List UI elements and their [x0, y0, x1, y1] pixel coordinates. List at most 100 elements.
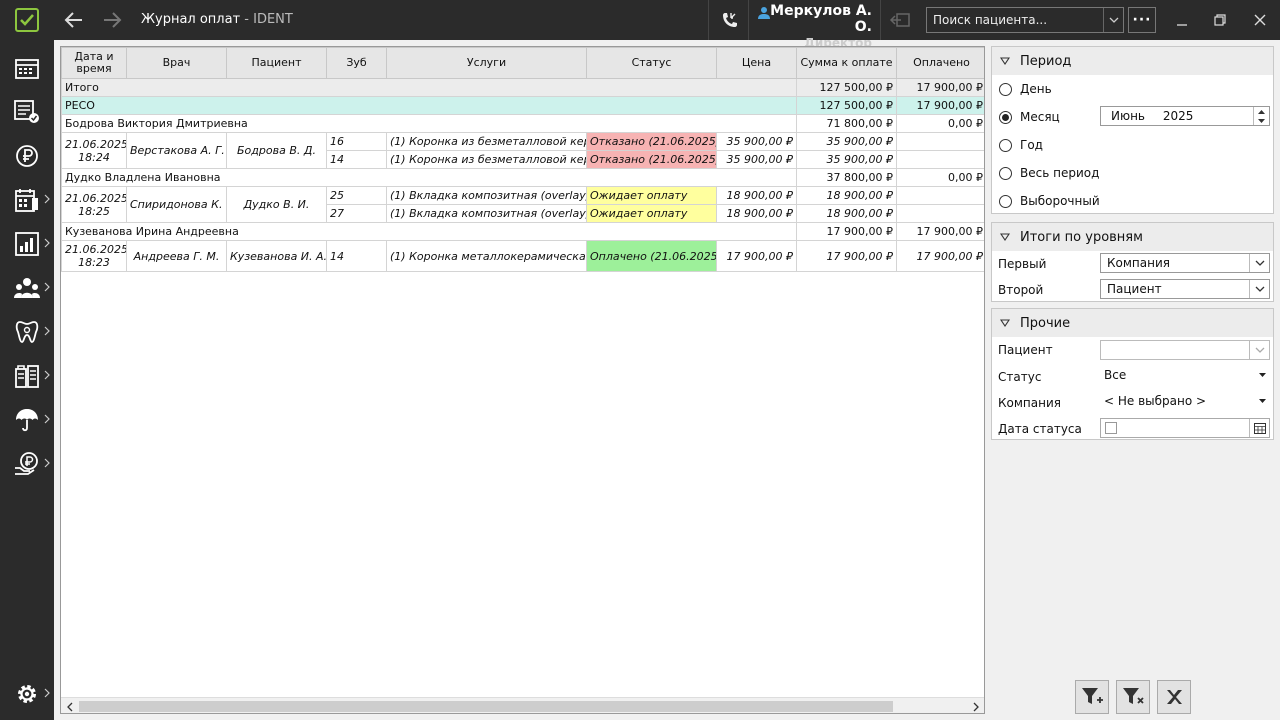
company-filter-label: Компания	[998, 396, 1061, 410]
radio-button[interactable]	[999, 166, 1012, 180]
forward-button[interactable]	[100, 8, 124, 32]
radio-button-selected[interactable]	[999, 110, 1012, 124]
history-back-button[interactable]	[884, 8, 916, 32]
spin-up-icon[interactable]	[1254, 107, 1269, 116]
table-row[interactable]: 21.06.202518:25 Спиридонова К. И. Дудко …	[61, 186, 984, 223]
patient-group-row[interactable]: Дудко Владлена Ивановна 37 800,00 ₽ 0,00…	[61, 168, 984, 187]
column-header[interactable]: Зуб	[326, 47, 387, 79]
patient-filter-select[interactable]	[1100, 340, 1270, 360]
inventory-icon	[15, 365, 39, 388]
clear-filter-button[interactable]	[1116, 680, 1150, 714]
sidebar-item-staff[interactable]	[0, 268, 54, 308]
status-cell: Ожидает оплату	[586, 186, 717, 205]
status-date-checkbox[interactable]	[1105, 422, 1117, 434]
search-dropdown[interactable]	[1103, 8, 1123, 32]
chevron-right-icon	[44, 688, 50, 698]
sidebar-item-settings[interactable]	[0, 674, 54, 714]
service-cell: (1) Коронка из безметалловой керамики	[386, 150, 587, 169]
scrollbar-thumb[interactable]	[79, 701, 893, 712]
phone-button[interactable]	[712, 0, 748, 40]
chevron-right-icon	[44, 326, 50, 336]
period-option-month[interactable]: Месяц	[999, 107, 1060, 127]
sidebar-item-payments[interactable]	[0, 136, 54, 176]
sidebar-item-journal[interactable]	[0, 92, 54, 132]
column-header[interactable]: Услуги	[386, 47, 587, 79]
sidebar-item-analytics[interactable]	[0, 224, 54, 264]
column-header[interactable]: Цена	[716, 47, 797, 79]
chevron-right-icon	[44, 282, 50, 292]
current-user[interactable]: Меркулов А. О. Директор	[756, 3, 872, 50]
scroll-right-button[interactable]	[969, 700, 983, 713]
table-header: Дата и время Врач Пациент Зуб Услуги Ста…	[61, 47, 984, 79]
payments-table: Дата и время Врач Пациент Зуб Услуги Ста…	[61, 47, 984, 272]
back-button[interactable]	[62, 8, 86, 32]
sidebar-item-reports[interactable]	[0, 180, 54, 220]
dropdown-button[interactable]	[1249, 280, 1269, 298]
chevron-right-icon	[44, 370, 50, 380]
period-header[interactable]: Период	[992, 47, 1273, 75]
patient-group-name: Кузеванова Ирина Андреевна	[61, 222, 797, 241]
sidebar-item-insurance[interactable]	[0, 400, 54, 440]
horizontal-scrollbar[interactable]	[61, 697, 984, 713]
dropdown-button[interactable]	[1249, 254, 1269, 272]
radio-button[interactable]	[999, 194, 1012, 208]
phone-icon	[723, 13, 737, 27]
month-year-picker[interactable]: Июнь 2025	[1100, 106, 1270, 126]
company-row[interactable]: РЕСО 127 500,00 ₽ 17 900,00 ₽	[61, 96, 984, 115]
column-header[interactable]: Дата и время	[61, 47, 127, 79]
period-option-year[interactable]: Год	[999, 135, 1043, 155]
company-label: РЕСО	[61, 96, 797, 115]
total-row[interactable]: Итого 127 500,00 ₽ 17 900,00 ₽	[61, 78, 984, 97]
calendar-button[interactable]	[1249, 419, 1269, 437]
column-header[interactable]: Оплачено	[896, 47, 984, 79]
table-row[interactable]: 21.06.2025 18:23 Андреева Г. М. Кузеванов…	[61, 240, 984, 272]
sidebar-item-finance[interactable]	[0, 444, 54, 484]
status-filter-select[interactable]: Все	[1100, 365, 1270, 385]
payments-grid: Дата и время Врач Пациент Зуб Услуги Ста…	[60, 46, 985, 714]
table-row[interactable]: 21.06.2025 18:24 Верстакова А. Г. Бодрова…	[61, 132, 984, 169]
radio-button[interactable]	[999, 82, 1012, 96]
close-button[interactable]	[1248, 8, 1272, 32]
column-header[interactable]: Статус	[586, 47, 717, 79]
collapse-triangle-icon	[1000, 319, 1010, 327]
period-option-all[interactable]: Весь период	[999, 163, 1099, 183]
apply-filter-button[interactable]	[1075, 680, 1109, 714]
column-header[interactable]: Пациент	[226, 47, 327, 79]
sum-cell: 35 900,00 ₽	[796, 150, 897, 169]
second-level-select[interactable]: Пациент	[1100, 279, 1270, 299]
scroll-left-button[interactable]	[63, 700, 77, 713]
radio-button[interactable]	[999, 138, 1012, 152]
levels-header[interactable]: Итоги по уровням	[992, 223, 1273, 251]
divider	[880, 0, 881, 40]
period-option-custom[interactable]: Выборочный	[999, 191, 1100, 211]
export-excel-button[interactable]	[1157, 680, 1191, 714]
period-option-day[interactable]: День	[999, 79, 1052, 99]
column-header[interactable]: Сумма к оплате	[796, 47, 897, 79]
collapse-triangle-icon	[1000, 57, 1010, 65]
restore-button[interactable]	[1208, 8, 1232, 32]
group-paid: 0,00 ₽	[896, 114, 984, 133]
spin-down-icon[interactable]	[1254, 116, 1269, 125]
paid-cell	[896, 204, 984, 223]
month-spinner[interactable]	[1253, 107, 1269, 125]
sidebar-item-dental[interactable]	[0, 312, 54, 352]
patient-group-row[interactable]: Бодрова Виктория Дмитриевна 71 800,00 ₽ …	[61, 114, 984, 133]
other-header[interactable]: Прочие	[992, 309, 1273, 337]
visit-datetime: 21.06.2025 18:23	[61, 240, 127, 272]
patient-search[interactable]	[926, 7, 1124, 33]
sidebar-item-schedule[interactable]	[0, 48, 54, 88]
status-cell: Ожидает оплату	[586, 204, 717, 223]
app-logo[interactable]	[0, 0, 54, 40]
minimize-button[interactable]	[1170, 8, 1194, 32]
first-level-select[interactable]: Компания	[1100, 253, 1270, 273]
more-button[interactable]: ···	[1128, 7, 1156, 33]
patient-group-name: Бодрова Виктория Дмитриевна	[61, 114, 797, 133]
dropdown-button[interactable]	[1249, 341, 1269, 359]
company-filter-select[interactable]: < Не выбрано >	[1100, 391, 1270, 411]
column-header[interactable]: Врач	[126, 47, 227, 79]
status-date-field[interactable]	[1100, 418, 1270, 438]
search-input[interactable]	[927, 8, 1103, 32]
patient-group-row[interactable]: Кузеванова Ирина Андреевна 17 900,00 ₽ 1…	[61, 222, 984, 241]
sidebar-item-inventory[interactable]	[0, 356, 54, 396]
calendar-icon	[1253, 422, 1266, 434]
